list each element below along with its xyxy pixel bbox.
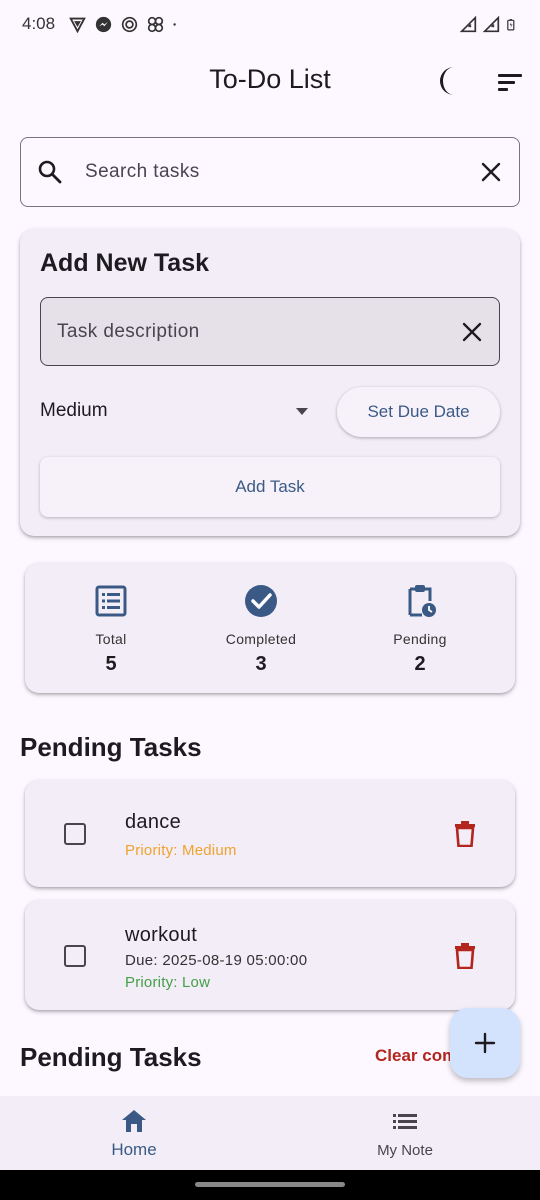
nav-item-home[interactable]: Home (54, 1108, 214, 1160)
search-icon (38, 160, 62, 184)
stat-total-value: 5 (105, 653, 117, 675)
nav-label-my-note: My Note (377, 1142, 433, 1159)
signal-icon (483, 15, 500, 32)
gesture-bar (0, 1170, 540, 1200)
search-input[interactable]: Search tasks (20, 137, 520, 207)
dropdown-arrow-icon (296, 408, 308, 415)
status-bar: 4:08 (0, 0, 540, 48)
add-fab-button[interactable] (450, 1008, 520, 1078)
pending-clipboard-icon (408, 585, 436, 617)
list-alt-icon (95, 585, 127, 617)
list-icon (393, 1114, 417, 1129)
moon-icon[interactable] (434, 64, 466, 98)
stat-total: Total 5 (51, 583, 171, 676)
stat-pending-label: Pending (393, 631, 447, 647)
task-checkbox[interactable] (64, 823, 86, 845)
section-title-pending-2: Pending Tasks (20, 1042, 202, 1072)
check-circle-icon (245, 585, 277, 617)
signal-icon (460, 15, 477, 32)
stat-pending-value: 2 (414, 653, 426, 675)
nav-item-my-note[interactable]: My Note (325, 1108, 485, 1159)
sort-icon[interactable] (494, 68, 526, 96)
battery-icon (507, 18, 515, 30)
task-title: dance (125, 811, 181, 833)
messenger-icon (95, 16, 112, 32)
task-due: Due: 2025-08-19 05:00:00 (125, 952, 308, 969)
dot-icon (173, 22, 176, 26)
task-priority: Priority: Low (125, 974, 211, 991)
stat-total-label: Total (95, 631, 127, 647)
add-task-card: Add New Task Task description Medium Set… (20, 229, 520, 536)
stat-pending: Pending 2 (360, 583, 480, 676)
stat-completed: Completed 3 (201, 583, 321, 676)
add-task-heading: Add New Task (40, 249, 210, 277)
add-task-button[interactable]: Add Task (40, 457, 500, 517)
priority-dropdown[interactable]: Medium (40, 394, 310, 428)
search-placeholder: Search tasks (85, 161, 200, 182)
clear-completed-button[interactable]: Clear com (375, 1046, 450, 1066)
stat-completed-label: Completed (225, 631, 297, 647)
status-time: 4:08 (22, 14, 56, 33)
section-title-pending: Pending Tasks (20, 732, 202, 762)
task-priority: Priority: Medium (125, 842, 237, 859)
task-item[interactable]: workout Due: 2025-08-19 05:00:00 Priorit… (25, 900, 515, 1010)
pinwheel-icon (147, 16, 164, 32)
plus-icon (474, 1032, 496, 1054)
vpn-icon (69, 17, 86, 33)
task-description-placeholder: Task description (57, 320, 200, 342)
bottom-nav: Home My Note (0, 1096, 540, 1170)
stats-card: Total 5 Completed 3 Pending 2 (25, 563, 515, 693)
stat-completed-value: 3 (255, 653, 267, 675)
camera-ring-icon (121, 16, 138, 32)
task-checkbox[interactable] (64, 945, 86, 967)
task-description-field[interactable]: Task description (40, 297, 500, 366)
close-icon[interactable] (479, 160, 503, 184)
delete-icon[interactable] (453, 821, 477, 847)
gesture-handle[interactable] (195, 1182, 345, 1187)
task-item[interactable]: dance Priority: Medium (25, 780, 515, 887)
delete-icon[interactable] (453, 943, 477, 969)
home-icon (122, 1110, 146, 1132)
nav-label-home: Home (111, 1140, 157, 1159)
close-icon[interactable] (461, 321, 483, 343)
set-due-date-button[interactable]: Set Due Date (337, 387, 500, 437)
priority-value: Medium (40, 400, 108, 421)
app-bar: To-Do List (0, 48, 540, 116)
task-title: workout (125, 924, 198, 946)
